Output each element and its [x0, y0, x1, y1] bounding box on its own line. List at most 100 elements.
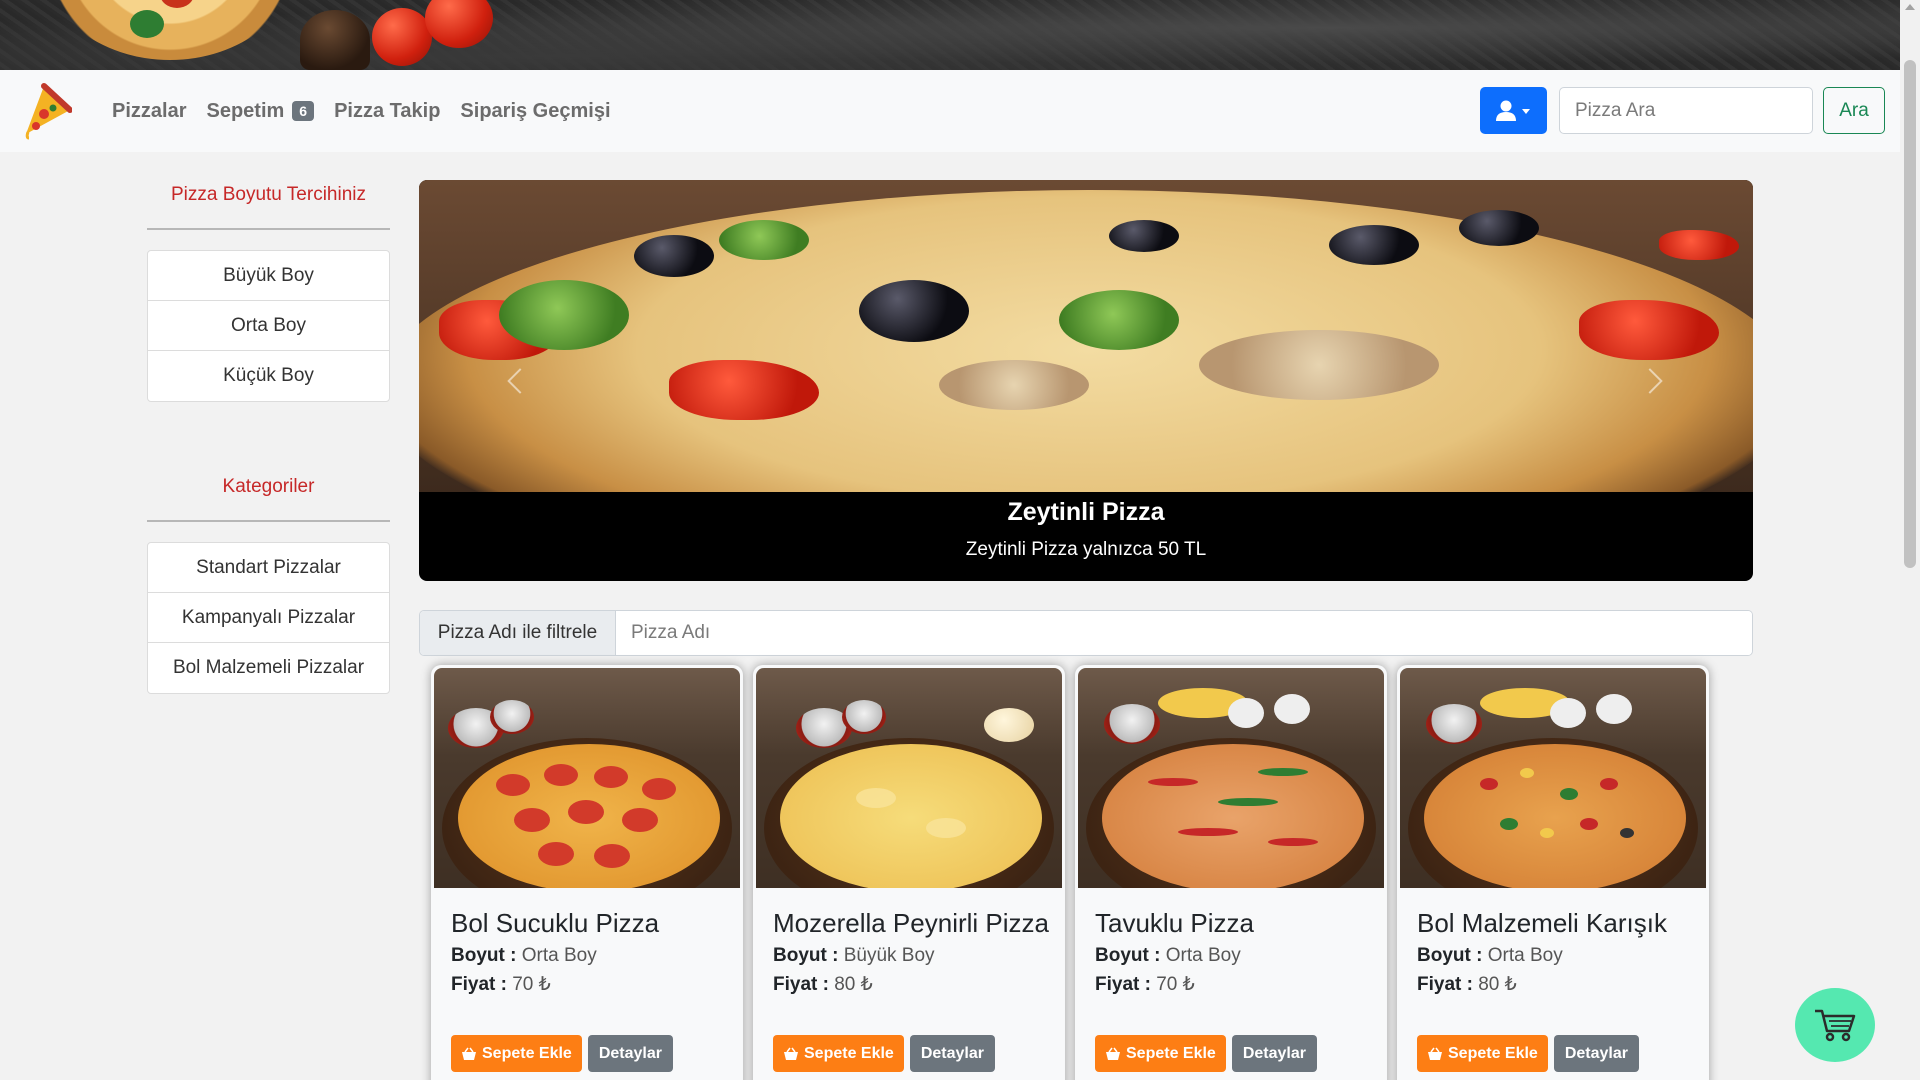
floating-cart-button[interactable]: [1795, 988, 1875, 1062]
category-item-standart[interactable]: Standart Pizzalar: [148, 543, 389, 593]
pizza-card: Bol Sucuklu Pizza Boyut : Orta Boy Fiyat…: [431, 665, 743, 1080]
pizza-card-grid: Bol Sucuklu Pizza Boyut : Orta Boy Fiyat…: [431, 665, 1711, 1080]
price-label: Fiyat :: [773, 974, 829, 995]
pepperoni-topping: [544, 764, 578, 786]
divider: [147, 228, 390, 230]
pizza-size: Boyut : Büyük Boy: [773, 945, 1045, 967]
price-label: Fiyat :: [451, 974, 507, 995]
pizza-card: Bol Malzemeli Karışık Boyut : Orta Boy F…: [1397, 665, 1709, 1080]
details-button[interactable]: Detaylar: [1553, 1035, 1639, 1072]
add-to-cart-button[interactable]: Sepete Ekle: [773, 1035, 904, 1072]
pizza-image: [1400, 668, 1706, 888]
price-value: 70 ₺: [512, 974, 551, 995]
card-body: Bol Malzemeli Karışık Boyut : Orta Boy F…: [1397, 888, 1709, 996]
broccoli-topping: [1059, 290, 1179, 350]
category-item-kampanyali[interactable]: Kampanyalı Pizzalar: [148, 593, 389, 643]
cart-count-badge: 6: [292, 101, 315, 121]
carousel-next-icon[interactable]: [1639, 362, 1669, 402]
mushroom-image: [1274, 694, 1310, 724]
details-button[interactable]: Detaylar: [587, 1035, 673, 1072]
size-label: Boyut :: [773, 945, 839, 966]
size-value: Büyük Boy: [843, 945, 935, 966]
size-value: Orta Boy: [1165, 945, 1241, 966]
pizza-shape: [1102, 744, 1364, 888]
basket-icon: [1428, 1047, 1442, 1060]
add-to-cart-button[interactable]: Sepete Ekle: [1095, 1035, 1226, 1072]
topping: [1540, 828, 1554, 838]
size-list: Büyük Boy Orta Boy Küçük Boy: [147, 250, 390, 402]
pizza-shape: [1424, 744, 1686, 888]
user-icon: [1495, 100, 1530, 121]
details-button[interactable]: Detaylar: [1231, 1035, 1317, 1072]
nav-links: Pizzalar Sepetim 6 Pizza Takip Sipariş Ge…: [112, 70, 611, 152]
top-banner-image: [0, 0, 1900, 70]
nav-link-pizza-takip[interactable]: Pizza Takip: [334, 100, 440, 123]
card-actions: Sepete Ekle Detaylar: [1417, 1035, 1639, 1072]
pizza-price: Fiyat : 80 ₺: [1417, 973, 1689, 996]
pizza-slice-icon[interactable]: [20, 82, 73, 140]
size-preference-title: Pizza Boyutu Tercihiniz: [170, 184, 367, 205]
add-to-cart-label: Sepete Ekle: [482, 1044, 572, 1062]
pepper-topping: [1218, 798, 1278, 806]
sauce-bowl-image: [842, 700, 886, 734]
size-item-orta-boy[interactable]: Orta Boy: [148, 301, 389, 351]
card-actions: Sepete Ekle Detaylar: [451, 1035, 673, 1072]
pizza-name: Mozerella Peynirli Pizza: [773, 908, 1049, 938]
sauce-bowl-image: [1426, 704, 1482, 744]
olive-topping: [1459, 210, 1539, 246]
nav-link-label: Sipariş Geçmişi: [460, 99, 611, 122]
price-label: Fiyat :: [1095, 974, 1151, 995]
card-body: Mozerella Peynirli Pizza Boyut : Büyük B…: [753, 888, 1065, 996]
olive-topping: [1329, 225, 1419, 265]
category-block: Kategoriler Standart Pizzalar Kampanyalı…: [147, 444, 390, 694]
olive-topping: [634, 235, 714, 277]
pizza-name-filter-input[interactable]: [616, 611, 1752, 655]
scrollbar[interactable]: [1900, 0, 1920, 1080]
topping: [1580, 818, 1598, 830]
details-button[interactable]: Detaylar: [909, 1035, 995, 1072]
user-menu-button[interactable]: [1480, 87, 1547, 134]
scrollbar-thumb[interactable]: [1904, 60, 1916, 568]
size-value: Orta Boy: [1487, 945, 1563, 966]
add-to-cart-button[interactable]: Sepete Ekle: [451, 1035, 582, 1072]
add-to-cart-button[interactable]: Sepete Ekle: [1417, 1035, 1548, 1072]
dough-ball-image: [984, 708, 1034, 742]
pizza-search-input[interactable]: [1559, 87, 1813, 134]
pepperoni-topping: [568, 800, 604, 824]
add-to-cart-label: Sepete Ekle: [804, 1044, 894, 1062]
pepper-topping: [1178, 828, 1238, 836]
nav-link-sepetim[interactable]: Sepetim 6: [206, 100, 315, 123]
pizza-name: Bol Sucuklu Pizza: [451, 908, 660, 938]
pizza-image: [1078, 668, 1384, 888]
pizza-price: Fiyat : 70 ₺: [451, 973, 723, 996]
price-value: 80 ₺: [834, 974, 873, 995]
basket-icon: [784, 1047, 798, 1060]
nav-link-pizzalar[interactable]: Pizzalar: [112, 100, 186, 123]
card-body: Tavuklu Pizza Boyut : Orta Boy Fiyat : 7…: [1075, 888, 1387, 996]
mushroom-topping: [939, 360, 1089, 410]
pepperoni-topping: [594, 766, 628, 788]
pepper-topping: [1659, 230, 1739, 260]
pizza-carousel: Zeytinli Pizza Zeytinli Pizza yalnızca 5…: [419, 180, 1753, 581]
card-body: Bol Sucuklu Pizza Boyut : Orta Boy Fiyat…: [431, 888, 743, 996]
topping: [1480, 778, 1498, 790]
card-actions: Sepete Ekle Detaylar: [1095, 1035, 1317, 1072]
category-item-bol-malzemeli[interactable]: Bol Malzemeli Pizzalar: [148, 643, 389, 693]
shopping-cart-icon: [1815, 1009, 1856, 1042]
size-item-buyuk-boy[interactable]: Büyük Boy: [148, 251, 389, 301]
size-value: Orta Boy: [521, 945, 597, 966]
cheese-spot: [926, 818, 966, 838]
pizza-size: Boyut : Orta Boy: [451, 945, 723, 967]
pizza-image: [756, 668, 1062, 888]
topping: [1620, 828, 1634, 838]
search-button[interactable]: Ara: [1823, 87, 1885, 134]
pepper-topping: [1148, 778, 1198, 786]
category-list: Standart Pizzalar Kampanyalı Pizzalar Bo…: [147, 542, 390, 694]
scroll-up-arrow-icon[interactable]: [1905, 4, 1915, 10]
nav-link-siparis-gecmisi[interactable]: Sipariş Geçmişi: [460, 100, 610, 123]
size-item-kucuk-boy[interactable]: Küçük Boy: [148, 351, 389, 401]
pepperoni-topping: [642, 778, 676, 800]
carousel-prev-icon[interactable]: [501, 362, 531, 402]
pizza-shape: [780, 744, 1042, 888]
category-title: Kategoriler: [222, 476, 315, 497]
